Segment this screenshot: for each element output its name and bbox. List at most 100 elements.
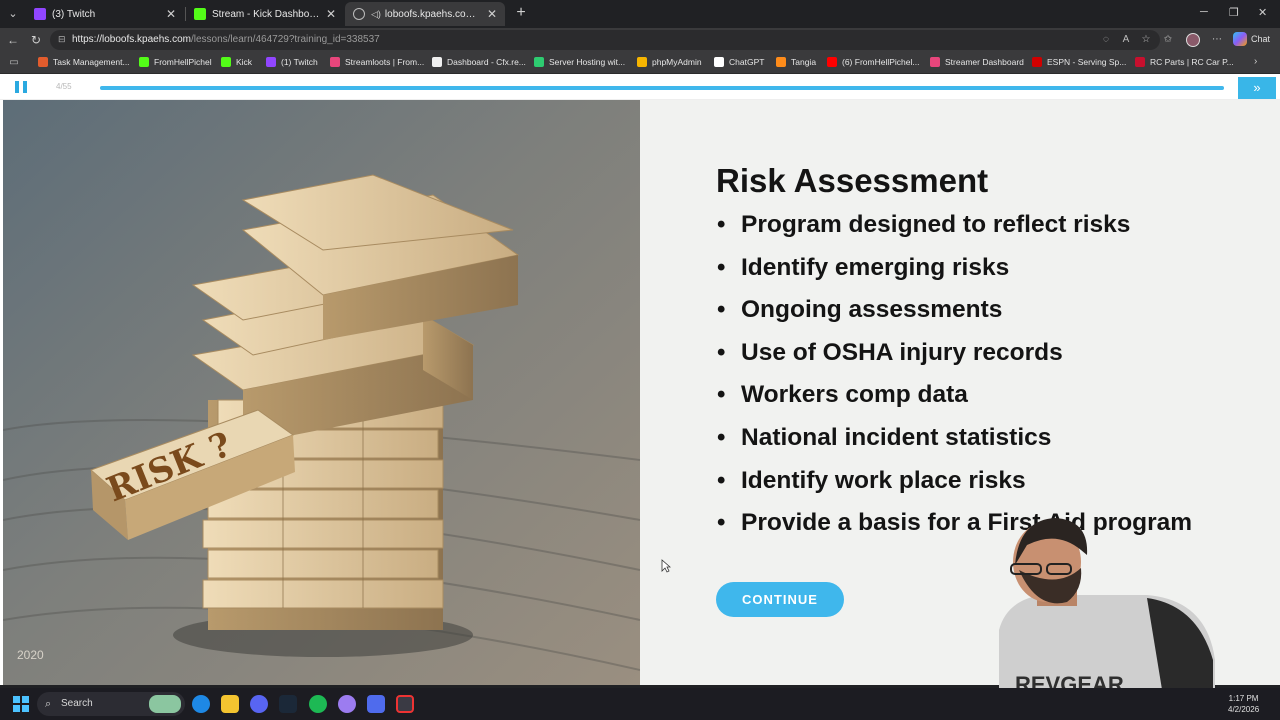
- recording-app-icon[interactable]: [396, 695, 414, 713]
- bullet-item: Program designed to reflect risks: [716, 211, 1206, 239]
- bookmark-favicon-icon: [776, 57, 786, 67]
- tab-title: Stream - Kick Dashboard: [212, 8, 320, 20]
- bookmark-favicon-icon: [266, 57, 276, 67]
- bookmark-item[interactable]: ChatGPT: [714, 57, 764, 67]
- edge-icon[interactable]: [192, 695, 210, 713]
- file-explorer-icon[interactable]: [221, 695, 239, 713]
- tab-twitch[interactable]: (3) Twitch ✕: [26, 2, 184, 26]
- windows-taskbar: ⌕ Search 1:17 PM 4/2/2026: [0, 688, 1280, 720]
- more-menu-icon[interactable]: ⋯: [1211, 34, 1223, 46]
- bookmark-favicon-icon: [1135, 57, 1145, 67]
- slide-photo: RISK ? 2020: [3, 100, 640, 685]
- search-label: Search: [61, 698, 93, 709]
- taskbar-search[interactable]: ⌕ Search: [37, 692, 185, 716]
- progress-track[interactable]: [100, 86, 1224, 90]
- tab-lesson-active[interactable]: ◁) loboofs.kpaehs.com/lessons/l... ✕: [345, 2, 505, 26]
- bookmark-favicon-icon: [38, 57, 48, 67]
- progress-fill: [100, 86, 1224, 90]
- bookmark-favicon-icon: [330, 57, 340, 67]
- pause-button[interactable]: [15, 81, 28, 93]
- tracking-icon[interactable]: ◌: [1100, 34, 1112, 46]
- new-tab-button[interactable]: +: [512, 4, 530, 22]
- bookmark-item[interactable]: (6) FromHellPichel...: [827, 57, 919, 67]
- tab-actions-menu-icon[interactable]: ⌄: [4, 5, 22, 23]
- bullet-item: Identify work place risks: [716, 467, 1206, 495]
- copilot-icon: [1233, 32, 1247, 46]
- browser-tab-strip: ⌄ (3) Twitch ✕ Stream - Kick Dashboard ✕…: [0, 0, 1280, 28]
- bookmark-item[interactable]: Streamer Dashboard: [930, 57, 1024, 67]
- bookmark-item[interactable]: Task Management...: [38, 57, 130, 67]
- collections-icon[interactable]: ▭: [8, 57, 20, 69]
- clock-date: 4/2/2026: [1228, 705, 1260, 714]
- bullet-item: Identify emerging risks: [716, 254, 1206, 282]
- bullet-item: Ongoing assessments: [716, 296, 1206, 324]
- mouse-cursor-icon: [661, 559, 671, 573]
- copilot-label: Chat: [1251, 34, 1271, 44]
- system-clock[interactable]: 1:17 PM 4/2/2026: [1228, 693, 1259, 715]
- read-aloud-icon[interactable]: A: [1120, 34, 1132, 46]
- spotify-icon[interactable]: [309, 695, 327, 713]
- bookmark-item[interactable]: Kick: [221, 57, 252, 67]
- close-icon[interactable]: ✕: [326, 7, 336, 21]
- slide-title: Risk Assessment: [716, 162, 989, 199]
- browser-toolbar: ← ↻ ⊟ https://loboofs.kpaehs.com/lessons…: [0, 28, 1280, 52]
- steam-icon[interactable]: [279, 695, 297, 713]
- minimize-icon[interactable]: ─: [1200, 6, 1208, 18]
- chevron-right-icon[interactable]: ›: [1254, 56, 1257, 67]
- bookmark-favicon-icon: [637, 57, 647, 67]
- app-icon[interactable]: [367, 695, 385, 713]
- url-text: https://loboofs.kpaehs.com/lessons/learn…: [72, 34, 380, 45]
- bookmark-item[interactable]: Server Hosting wit...: [534, 57, 625, 67]
- favorites-icon[interactable]: ✩: [1162, 34, 1174, 46]
- restore-icon[interactable]: ❐: [1229, 6, 1239, 19]
- bullet-item: Workers comp data: [716, 381, 1206, 409]
- bullet-item: National incident statistics: [716, 424, 1206, 452]
- bookmark-favicon-icon: [714, 57, 724, 67]
- bookmark-favicon-icon: [221, 57, 231, 67]
- profile-avatar[interactable]: [1186, 33, 1200, 47]
- jenga-tower-image: RISK ?: [3, 100, 640, 685]
- clock-time: 1:17 PM: [1228, 694, 1259, 703]
- bookmark-item[interactable]: FromHellPichel: [139, 57, 212, 67]
- site-info-icon[interactable]: ⊟: [58, 34, 68, 46]
- bookmark-favicon-icon: [534, 57, 544, 67]
- bookmark-item[interactable]: (1) Twitch: [266, 57, 318, 67]
- search-highlight-icon: [149, 695, 181, 713]
- bookmarks-bar: ▭ Task Management... FromHellPichel Kick…: [0, 52, 1280, 74]
- bookmark-item[interactable]: Streamloots | From...: [330, 57, 424, 67]
- obs-icon[interactable]: [338, 695, 356, 713]
- bookmark-item[interactable]: phpMyAdmin: [637, 57, 702, 67]
- bookmark-favicon-icon: [827, 57, 837, 67]
- address-bar[interactable]: ⊟ https://loboofs.kpaehs.com/lessons/lea…: [50, 30, 1160, 50]
- back-button[interactable]: ←: [5, 32, 21, 48]
- slide-counter: 4/55: [56, 82, 72, 91]
- tab-kick-dashboard[interactable]: Stream - Kick Dashboard ✕: [186, 2, 344, 26]
- fast-forward-button[interactable]: »: [1238, 77, 1276, 99]
- copilot-chat-button[interactable]: Chat: [1233, 32, 1270, 46]
- discord-icon[interactable]: [250, 695, 268, 713]
- speaker-icon[interactable]: ◁): [371, 9, 381, 20]
- bookmark-item[interactable]: Tangia: [776, 57, 816, 67]
- bookmark-favicon-icon: [432, 57, 442, 67]
- close-icon[interactable]: ✕: [166, 7, 176, 21]
- windows-start-button[interactable]: [13, 696, 29, 712]
- lesson-progress-row: 4/55 »: [0, 74, 1280, 100]
- close-window-icon[interactable]: ✕: [1258, 6, 1267, 19]
- bookmark-favicon-icon: [139, 57, 149, 67]
- bookmark-item[interactable]: Dashboard - Cfx.re...: [432, 57, 526, 67]
- tab-title: (3) Twitch: [52, 8, 96, 20]
- refresh-button[interactable]: ↻: [28, 32, 44, 48]
- kick-icon: [194, 8, 206, 20]
- favorite-star-icon[interactable]: ☆: [1140, 34, 1152, 46]
- bookmark-favicon-icon: [930, 57, 940, 67]
- bullet-list: Program designed to reflect risks Identi…: [716, 211, 1206, 552]
- tab-title: loboofs.kpaehs.com/lessons/l...: [384, 8, 481, 20]
- globe-icon: [353, 8, 365, 20]
- bookmark-item[interactable]: RC Parts | RC Car P...: [1135, 57, 1234, 67]
- twitch-icon: [34, 8, 46, 20]
- continue-button[interactable]: CONTINUE: [716, 582, 844, 617]
- search-icon: ⌕: [45, 698, 52, 710]
- bookmark-item[interactable]: ESPN - Serving Sp...: [1032, 57, 1126, 67]
- close-icon[interactable]: ✕: [487, 7, 497, 21]
- watermark-logo: 2020: [17, 648, 44, 662]
